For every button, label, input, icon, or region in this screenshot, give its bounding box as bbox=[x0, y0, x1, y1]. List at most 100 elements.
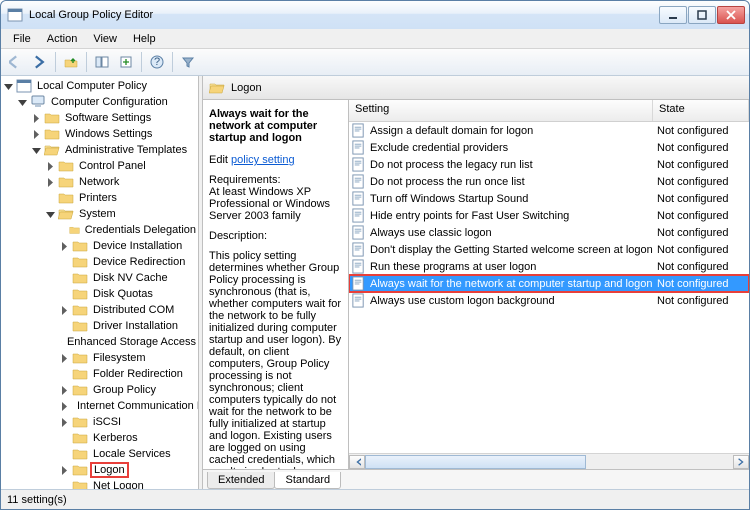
tree-item-device-installation[interactable]: Device Installation bbox=[3, 238, 198, 254]
menu-action[interactable]: Action bbox=[39, 31, 86, 47]
list-row[interactable]: Hide entry points for Fast User Switchin… bbox=[349, 207, 749, 224]
tree-item-kerberos[interactable]: Kerberos bbox=[3, 430, 198, 446]
policy-icon bbox=[351, 123, 366, 138]
minimize-button[interactable] bbox=[659, 6, 687, 24]
scroll-left-button[interactable] bbox=[349, 455, 365, 469]
horizontal-scrollbar[interactable] bbox=[349, 453, 749, 469]
collapse-icon[interactable] bbox=[17, 97, 28, 108]
tree-item-label: Logon bbox=[90, 462, 129, 478]
scroll-track[interactable] bbox=[365, 455, 733, 469]
menu-help[interactable]: Help bbox=[125, 31, 164, 47]
column-state[interactable]: State bbox=[653, 100, 749, 121]
folder-icon bbox=[58, 206, 74, 222]
tree-item-enhanced-storage-access[interactable]: Enhanced Storage Access bbox=[3, 334, 198, 350]
show-hide-tree-button[interactable] bbox=[91, 51, 113, 73]
back-button[interactable] bbox=[5, 51, 27, 73]
tree-root[interactable]: Local Computer Policy bbox=[3, 78, 198, 94]
filter-button[interactable] bbox=[177, 51, 199, 73]
collapse-icon[interactable] bbox=[31, 145, 42, 156]
collapse-icon[interactable] bbox=[3, 81, 14, 92]
titlebar[interactable]: Local Group Policy Editor bbox=[1, 1, 749, 29]
column-setting[interactable]: Setting bbox=[349, 100, 653, 121]
expand-icon[interactable] bbox=[31, 113, 42, 124]
menubar: File Action View Help bbox=[1, 29, 749, 49]
folder-icon bbox=[44, 126, 60, 142]
tree-item[interactable]: Network bbox=[3, 174, 198, 190]
tree-item-internet-communication-m[interactable]: Internet Communication M bbox=[3, 398, 198, 414]
list-row[interactable]: Always use classic logonNot configured bbox=[349, 224, 749, 241]
tree-item-label: Locale Services bbox=[91, 448, 173, 460]
statusbar: 11 setting(s) bbox=[1, 489, 749, 509]
tree-item[interactable]: Windows Settings bbox=[3, 126, 198, 142]
tree-item-logon[interactable]: Logon bbox=[3, 462, 198, 478]
tree-item[interactable]: Administrative Templates bbox=[3, 142, 198, 158]
folder-icon bbox=[72, 254, 88, 270]
tree-item-disk-nv-cache[interactable]: Disk NV Cache bbox=[3, 270, 198, 286]
menu-file[interactable]: File bbox=[5, 31, 39, 47]
expand-icon[interactable] bbox=[45, 161, 56, 172]
tree-pane[interactable]: Local Computer Policy Computer Configurat… bbox=[1, 76, 199, 489]
tree-item-locale-services[interactable]: Locale Services bbox=[3, 446, 198, 462]
edit-policy-link[interactable]: policy setting bbox=[231, 154, 295, 166]
forward-button[interactable] bbox=[29, 51, 51, 73]
tree-item-group-policy[interactable]: Group Policy bbox=[3, 382, 198, 398]
expand-icon[interactable] bbox=[45, 177, 56, 188]
expand-icon[interactable] bbox=[59, 353, 70, 364]
tree-item-label: Control Panel bbox=[77, 160, 148, 172]
description-text: This policy setting determines whether G… bbox=[209, 250, 342, 469]
setting-state: Not configured bbox=[657, 176, 747, 188]
collapse-icon[interactable] bbox=[45, 209, 56, 220]
list-body[interactable]: Assign a default domain for logonNot con… bbox=[349, 122, 749, 453]
list-row[interactable]: Turn off Windows Startup SoundNot config… bbox=[349, 190, 749, 207]
list-row[interactable]: Don't display the Getting Started welcom… bbox=[349, 241, 749, 258]
tree-item[interactable]: Printers bbox=[3, 190, 198, 206]
tree-item-distributed-com[interactable]: Distributed COM bbox=[3, 302, 198, 318]
up-button[interactable] bbox=[60, 51, 82, 73]
tree-item-device-redirection[interactable]: Device Redirection bbox=[3, 254, 198, 270]
maximize-button[interactable] bbox=[688, 6, 716, 24]
help-button[interactable]: ? bbox=[146, 51, 168, 73]
folder-icon bbox=[72, 446, 88, 462]
export-button[interactable] bbox=[115, 51, 137, 73]
tree-item-iscsi[interactable]: iSCSI bbox=[3, 414, 198, 430]
expand-icon[interactable] bbox=[59, 417, 70, 428]
expand-icon[interactable] bbox=[59, 305, 70, 316]
list-row[interactable]: Run these programs at user logonNot conf… bbox=[349, 258, 749, 275]
tree-item[interactable]: Control Panel bbox=[3, 158, 198, 174]
expand-icon[interactable] bbox=[59, 385, 70, 396]
setting-name: Run these programs at user logon bbox=[370, 261, 657, 273]
folder-icon bbox=[58, 158, 74, 174]
scroll-right-button[interactable] bbox=[733, 455, 749, 469]
expand-icon[interactable] bbox=[59, 401, 70, 412]
list-row[interactable]: Do not process the run once listNot conf… bbox=[349, 173, 749, 190]
tab-extended[interactable]: Extended bbox=[207, 472, 275, 489]
tree-item-disk-quotas[interactable]: Disk Quotas bbox=[3, 286, 198, 302]
expand-icon[interactable] bbox=[59, 241, 70, 252]
tree-item-filesystem[interactable]: Filesystem bbox=[3, 350, 198, 366]
tree-item-credentials-delegation[interactable]: Credentials Delegation bbox=[3, 222, 198, 238]
tree-computer-config[interactable]: Computer Configuration bbox=[3, 94, 198, 110]
tree-item-driver-installation[interactable]: Driver Installation bbox=[3, 318, 198, 334]
tree-item-net-logon[interactable]: Net Logon bbox=[3, 478, 198, 489]
tree-item-label: Network bbox=[77, 176, 121, 188]
close-button[interactable] bbox=[717, 6, 745, 24]
list-header: Setting State bbox=[349, 100, 749, 122]
policy-icon bbox=[351, 157, 366, 172]
tree-item-label: Local Computer Policy bbox=[35, 80, 149, 92]
folder-icon bbox=[72, 350, 88, 366]
menu-view[interactable]: View bbox=[85, 31, 125, 47]
list-row[interactable]: Exclude credential providersNot configur… bbox=[349, 139, 749, 156]
list-row[interactable]: Assign a default domain for logonNot con… bbox=[349, 122, 749, 139]
tree-item-folder-redirection[interactable]: Folder Redirection bbox=[3, 366, 198, 382]
tree-item[interactable]: Software Settings bbox=[3, 110, 198, 126]
scroll-thumb[interactable] bbox=[365, 455, 586, 469]
policy-icon bbox=[351, 174, 366, 189]
list-row[interactable]: Always use custom logon backgroundNot co… bbox=[349, 292, 749, 309]
tab-standard[interactable]: Standard bbox=[274, 472, 341, 489]
expand-icon[interactable] bbox=[31, 129, 42, 140]
list-row[interactable]: Always wait for the network at computer … bbox=[349, 275, 749, 292]
tree-item[interactable]: System bbox=[3, 206, 198, 222]
expand-icon[interactable] bbox=[59, 465, 70, 476]
list-row[interactable]: Do not process the legacy run listNot co… bbox=[349, 156, 749, 173]
tree-item-label: Device Redirection bbox=[91, 256, 187, 268]
